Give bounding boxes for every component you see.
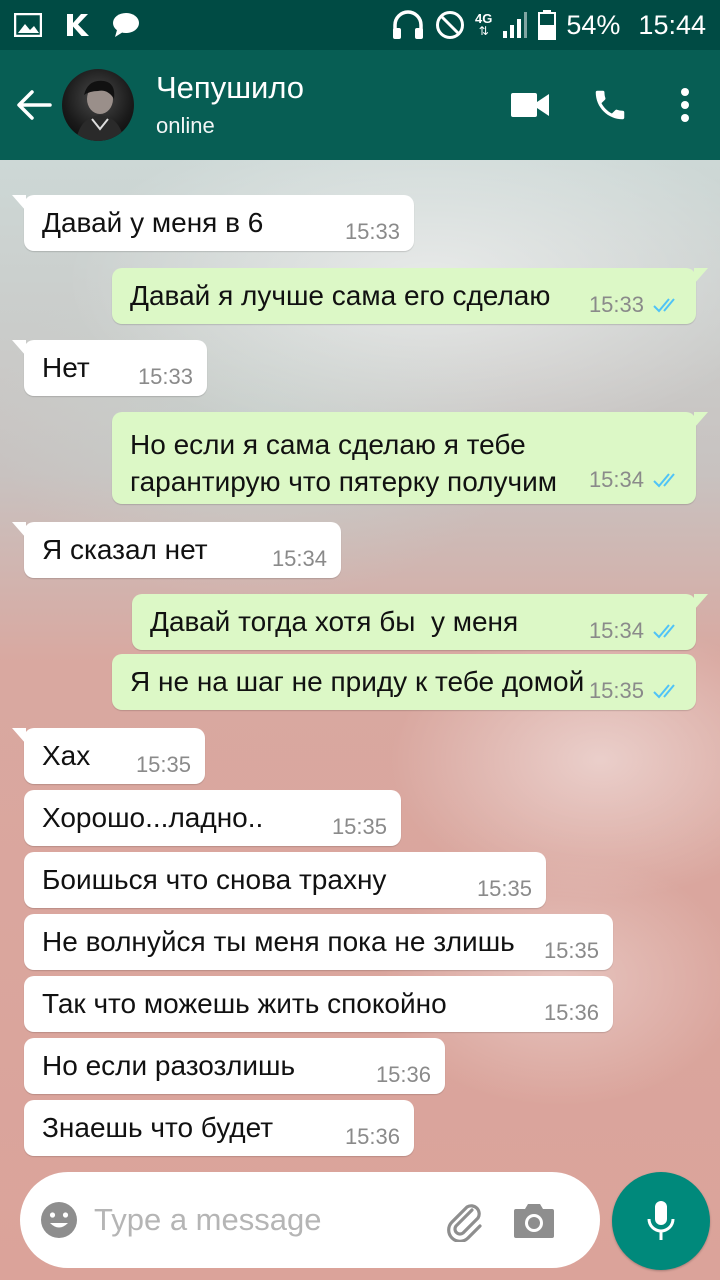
read-ticks-icon [653, 684, 675, 699]
message-incoming[interactable]: Так что можешь жить спокойно 15:36 [24, 976, 613, 1032]
chat-header: Чепушило online [0, 50, 720, 160]
video-call-icon [511, 93, 549, 117]
message-time: 15:34 [271, 546, 327, 571]
message-time: 15:36 [344, 1124, 400, 1149]
gallery-icon [14, 13, 42, 37]
message-incoming[interactable]: Я сказал нет 15:34 [12, 522, 341, 578]
chat-bubble-icon [112, 12, 140, 38]
message-time: 15:35 [476, 876, 532, 901]
message-time: 15:33 [344, 219, 400, 244]
message-time: 15:33 [589, 292, 682, 318]
message-incoming[interactable]: Нет 15:33 [12, 340, 207, 396]
camera-icon [514, 1204, 554, 1238]
message-time: 15:35 [331, 814, 387, 839]
video-call-button[interactable] [490, 50, 570, 160]
clock: 15:44 [638, 9, 706, 40]
attach-button[interactable] [438, 1194, 490, 1246]
message-incoming[interactable]: Знаешь что будет 15:36 [24, 1100, 414, 1156]
network-4g-icon: 4G ⇅ [475, 11, 493, 38]
message-time: 15:36 [543, 1000, 599, 1025]
voice-record-button[interactable] [612, 1172, 710, 1270]
message-time: 15:35 [543, 938, 599, 963]
emoji-button[interactable] [38, 1199, 80, 1241]
voice-call-button[interactable] [570, 50, 650, 160]
message-outgoing[interactable]: Давай я лучше сама его сделаю 15:33 [112, 268, 708, 324]
more-options-button[interactable] [650, 50, 720, 160]
message-outgoing[interactable]: Давай тогда хотя бы у меня 15:34 [132, 594, 708, 650]
status-bar: 4G ⇅ 54% 15:44 [0, 0, 720, 50]
message-time: 15:34 [589, 618, 682, 644]
read-ticks-icon [653, 472, 675, 487]
camera-button[interactable] [508, 1194, 560, 1246]
message-time: 15:35 [589, 678, 682, 704]
message-incoming[interactable]: Не волнуйся ты меня пока не злишь 15:35 [24, 914, 613, 970]
message-input[interactable] [94, 1190, 434, 1250]
emoji-icon [41, 1202, 77, 1238]
back-button[interactable] [6, 50, 62, 160]
headphones-icon [391, 9, 425, 41]
message-incoming[interactable]: Но если разозлишь 15:36 [24, 1038, 445, 1094]
message-incoming[interactable]: Хах 15:35 [12, 728, 205, 784]
message-outgoing[interactable]: Но если я сама сделаю я тебе гарантирую … [112, 412, 708, 504]
back-arrow-icon [17, 90, 52, 120]
message-time: 15:35 [135, 752, 191, 777]
read-ticks-icon [653, 298, 675, 313]
compose-bar [20, 1172, 600, 1268]
message-time: 15:36 [375, 1062, 431, 1087]
message-incoming[interactable]: Давай у меня в 6 15:33 [12, 195, 414, 251]
message-time: 15:34 [589, 461, 682, 498]
message-incoming[interactable]: Хорошо...ладно.. 15:35 [24, 790, 401, 846]
paperclip-icon [447, 1204, 482, 1242]
k-app-icon [64, 12, 90, 38]
do-not-disturb-icon [435, 10, 465, 40]
contact-status: online [156, 113, 215, 138]
chat-area: Давай у меня в 6 15:33 Давай я лучше сам… [0, 160, 720, 1280]
message-outgoing[interactable]: Я не на шаг не приду к тебе домой 15:35 [112, 654, 696, 710]
avatar[interactable] [62, 69, 134, 141]
phone-icon [595, 90, 625, 120]
battery-icon [538, 10, 557, 40]
microphone-icon [647, 1201, 675, 1240]
contact-name: Чепушило [156, 70, 305, 105]
message-incoming[interactable]: Боишься что снова трахну 15:35 [24, 852, 546, 908]
more-vert-icon [681, 88, 689, 122]
contact-info[interactable]: Чепушило online [156, 69, 304, 141]
signal-icon [502, 11, 528, 39]
read-ticks-icon [653, 624, 675, 639]
message-time: 15:33 [137, 364, 193, 389]
battery-percent: 54% [566, 9, 621, 40]
